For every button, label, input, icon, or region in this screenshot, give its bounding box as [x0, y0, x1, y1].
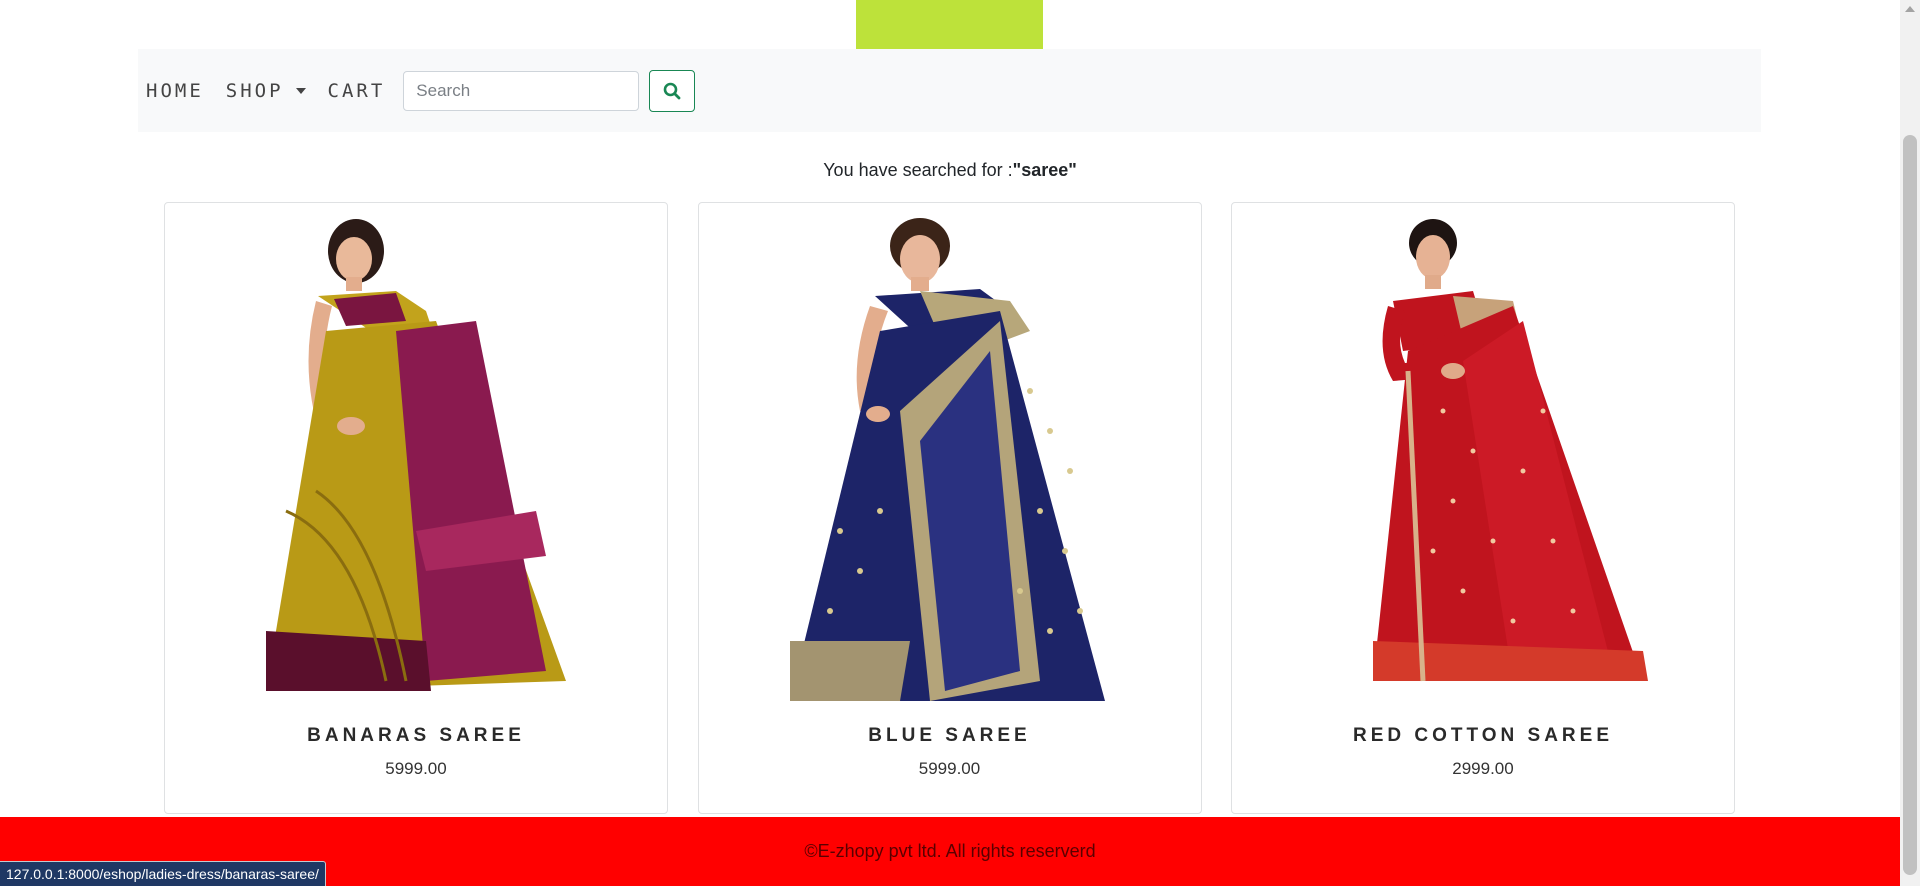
nav-home-link[interactable]: HOME [146, 80, 204, 102]
page: HOME SHOP CART You have searched for :"s… [0, 0, 1900, 886]
browser-status-bar: 127.0.0.1:8000/eshop/ladies-dress/banara… [0, 861, 326, 886]
search-icon [663, 82, 681, 99]
product-image[interactable] [1313, 211, 1653, 711]
nav-cart-label: CART [327, 79, 386, 102]
nav-cart-link[interactable]: CART [328, 80, 386, 102]
product-card[interactable]: BLUE SAREE 5999.00 [697, 202, 1202, 814]
nav-shop-dropdown[interactable]: SHOP [226, 80, 306, 102]
status-url: 127.0.0.1:8000/eshop/ladies-dress/banara… [6, 866, 319, 882]
nav-shop-label: SHOP [225, 79, 284, 102]
product-card[interactable]: BANARAS SAREE 5999.00 [164, 202, 668, 814]
navbar: HOME SHOP CART [138, 49, 1761, 132]
scroll-up-icon[interactable] [1905, 6, 1915, 12]
nav-home-label: HOME [146, 79, 204, 102]
product-image[interactable] [780, 211, 1120, 711]
product-price: 2999.00 [1452, 759, 1514, 778]
vertical-scrollbar[interactable] [1900, 0, 1920, 886]
search-button[interactable] [649, 69, 696, 112]
search-query: "saree" [1012, 160, 1077, 180]
search-result-prefix: You have searched for : [823, 160, 1013, 180]
scrollbar-thumb[interactable] [1903, 135, 1917, 875]
product-grid: BANARAS SAREE 5999.00 BLUE SAREE 5999.00… [164, 202, 1735, 814]
product-price: 5999.00 [918, 759, 981, 778]
product-name[interactable]: BLUE SAREE [699, 725, 1201, 747]
product-image[interactable] [246, 211, 586, 711]
search-result-message: You have searched for :"saree" [0, 160, 1900, 181]
product-card[interactable]: RED COTTON SAREE 2999.00 [1231, 202, 1735, 814]
logo[interactable] [856, 0, 1043, 49]
caret-down-icon [295, 87, 306, 94]
footer-copyright: ©E-zhopy pvt ltd. All rights reserverd [804, 841, 1096, 861]
search-input[interactable] [403, 70, 640, 111]
product-price: 5999.00 [385, 759, 447, 778]
product-name[interactable]: RED COTTON SAREE [1232, 725, 1734, 747]
product-name[interactable]: BANARAS SAREE [165, 725, 667, 747]
